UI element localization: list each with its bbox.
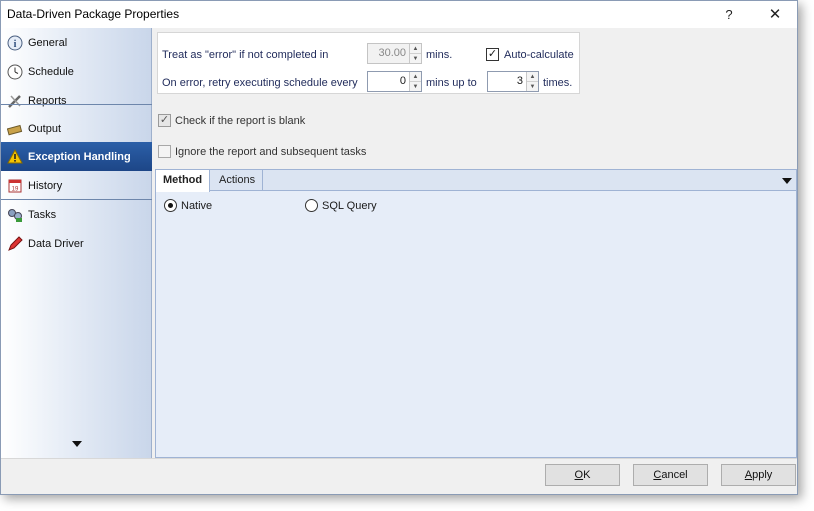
retry-every-stepper[interactable]: 0 ▲ ▼ [367, 71, 422, 92]
clock-icon [6, 63, 24, 81]
calendar-icon: 19 [6, 177, 24, 195]
apply-button-mnemonic: A [744, 469, 753, 481]
tab-method[interactable]: Method [156, 170, 211, 192]
apply-button[interactable]: Apply [721, 464, 796, 486]
info-icon: i [6, 34, 24, 52]
native-radio[interactable] [164, 199, 177, 212]
exception-handling-panel: Treat as "error" if not completed in 30.… [153, 28, 797, 458]
spin-up-icon[interactable]: ▲ [527, 72, 538, 81]
pencil-icon [6, 235, 24, 253]
ignore-report-checkbox[interactable] [158, 145, 171, 158]
sidebar-item-label: Exception Handling [28, 150, 131, 163]
tasks-icon [6, 206, 24, 224]
ok-button-mnemonic: O [574, 469, 584, 481]
sidebar-item-exception-handling[interactable]: Exception Handling [1, 142, 152, 171]
spin-down-icon[interactable]: ▼ [410, 81, 421, 91]
spin-down-icon[interactable]: ▼ [527, 81, 538, 91]
tab-actions[interactable]: Actions [212, 170, 264, 191]
ignore-report-label: Ignore the report and subsequent tasks [175, 146, 367, 158]
window-title: Data-Driven Package Properties [7, 7, 180, 21]
output-icon [6, 120, 24, 138]
retry-times-value: 3 [516, 75, 523, 87]
sidebar-item-label: History [28, 179, 63, 192]
sidebar-scroll-down-icon[interactable] [72, 441, 82, 447]
sql-query-label: SQL Query [322, 200, 377, 212]
chevron-down-icon[interactable] [782, 178, 792, 184]
tab-strip: Method Actions [156, 170, 796, 192]
error-settings-group: Treat as "error" if not completed in 30.… [157, 32, 580, 94]
sidebar-item-label: Schedule [28, 65, 74, 78]
spin-up-icon[interactable]: ▲ [410, 44, 421, 53]
svg-text:i: i [14, 39, 17, 50]
apply-button-label: pply [752, 469, 773, 481]
sidebar-item-reports[interactable]: Reports [1, 86, 152, 115]
timeout-stepper[interactable]: 30.00 ▲ ▼ [367, 43, 422, 64]
sidebar-item-tasks[interactable]: Tasks [1, 200, 152, 229]
properties-dialog: Data-Driven Package Properties ? ✕ i Gen… [0, 0, 798, 495]
spin-down-icon[interactable]: ▼ [410, 53, 421, 63]
mins-label: mins. [426, 49, 453, 61]
auto-calculate-checkbox[interactable]: ✓ [486, 48, 499, 61]
cancel-button-label: ancel [661, 469, 688, 481]
retry-label: On error, retry executing schedule every [162, 77, 358, 89]
check-icon: ✓ [487, 48, 498, 60]
sidebar-item-label: Output [28, 122, 62, 135]
tools-icon [6, 92, 24, 110]
sidebar-item-schedule[interactable]: Schedule [1, 57, 152, 86]
blank-check-checkbox[interactable]: ✓ [158, 114, 171, 127]
retry-times-stepper[interactable]: 3 ▲ ▼ [487, 71, 539, 92]
svg-text:19: 19 [12, 186, 19, 192]
mins-up-to-label: mins up to [426, 77, 477, 89]
spin-up-icon[interactable]: ▲ [410, 72, 421, 81]
blank-check-label: Check if the report is blank [175, 115, 306, 127]
sql-query-radio[interactable] [305, 199, 318, 212]
sidebar-item-label: General [28, 36, 68, 49]
times-label: times. [543, 77, 573, 89]
sidebar-item-label: Data Driver [28, 237, 84, 250]
help-button[interactable]: ? [707, 1, 751, 28]
ok-button[interactable]: OK [545, 464, 620, 486]
method-tab-panel: Method Actions Native SQL Query [155, 169, 797, 458]
close-button[interactable]: ✕ [753, 1, 797, 28]
warning-icon [6, 148, 24, 166]
auto-calculate-label: Auto-calculate [504, 49, 574, 61]
sidebar-separator [1, 104, 152, 105]
sidebar: i General Schedule Reports Output Except… [1, 28, 152, 458]
timeout-value: 30.00 [378, 47, 406, 59]
native-label: Native [181, 200, 213, 212]
sidebar-item-data-driver[interactable]: Data Driver [1, 229, 152, 258]
check-icon: ✓ [159, 114, 170, 126]
cancel-button[interactable]: Cancel [633, 464, 708, 486]
ok-button-label: K [583, 469, 591, 481]
sidebar-item-label: Tasks [28, 208, 57, 221]
treat-error-label: Treat as "error" if not completed in [162, 49, 329, 61]
dialog-footer: OK Cancel Apply [1, 458, 797, 494]
title-bar: Data-Driven Package Properties ? ✕ [1, 1, 797, 28]
sidebar-item-history[interactable]: 19 History [1, 171, 152, 200]
retry-every-value: 0 [399, 75, 406, 87]
sidebar-item-general[interactable]: i General [1, 28, 152, 57]
sidebar-item-output[interactable]: Output [1, 114, 152, 143]
